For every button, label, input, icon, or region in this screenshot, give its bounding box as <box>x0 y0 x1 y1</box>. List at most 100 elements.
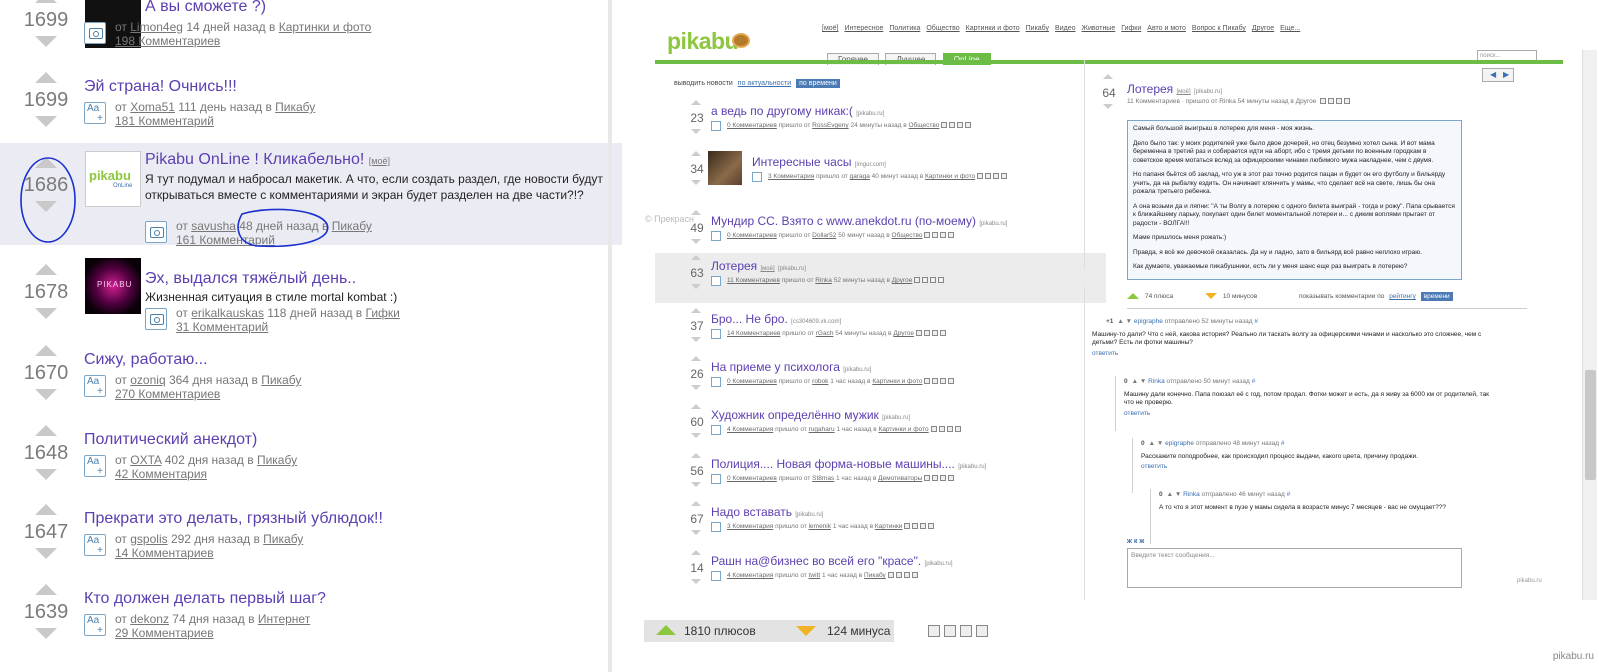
upvote-icon[interactable] <box>35 425 57 436</box>
save-icon[interactable] <box>904 523 911 530</box>
post-title-text[interactable]: Художник определённо мужик <box>711 408 879 422</box>
comment-author[interactable]: epigraphe <box>1165 440 1194 447</box>
twitter-icon[interactable] <box>931 330 938 337</box>
scroll-thumb[interactable] <box>1585 370 1596 480</box>
comment-vote-arrows-icon[interactable]: ▲ ▼ <box>1167 491 1183 498</box>
comments-link[interactable]: 181 Комментарий <box>115 114 214 128</box>
topnav-item[interactable]: Общество <box>926 25 959 32</box>
downvote-icon[interactable] <box>35 548 57 559</box>
category-link[interactable]: Другое <box>893 330 914 337</box>
upvote-icon[interactable] <box>35 264 57 275</box>
post-title[interactable]: Надо вставать [pikabu.ru] <box>711 505 823 519</box>
plus-icon[interactable] <box>1127 293 1139 300</box>
comments-link[interactable]: 4 Комментария <box>727 426 773 433</box>
upvote-icon[interactable] <box>691 501 701 506</box>
downvote-icon[interactable] <box>35 469 57 480</box>
comments-link[interactable]: 14 Комментариев <box>727 330 780 337</box>
author-link[interactable]: twitt <box>809 572 821 579</box>
twitter-icon[interactable] <box>957 122 964 129</box>
author-link[interactable]: erikalkauskas <box>191 306 264 320</box>
save-icon[interactable] <box>914 277 921 284</box>
topnav-item[interactable]: Пикабу <box>1026 25 1049 32</box>
online-post-row[interactable]: 63 Лотерея [моё] [pikabu.ru] 11 Комментари… <box>655 253 1106 303</box>
post-title-text[interactable]: Эй страна! Очнись!!! <box>84 78 237 95</box>
upvote-icon[interactable] <box>691 453 701 458</box>
post-title-text[interactable]: А вы сможете ?) <box>145 0 266 15</box>
comment-author[interactable]: Rinka <box>1148 378 1165 385</box>
facebook-icon[interactable] <box>923 330 930 337</box>
category-link[interactable]: Картинки и фото <box>925 173 975 180</box>
author-link[interactable]: lemenik <box>809 523 831 530</box>
online-post-row[interactable]: 37 Бро... Не бро. [cs304609.vk.com] 14 Ком… <box>655 306 1106 346</box>
format-toolbar[interactable]: ж к ж <box>1127 538 1144 545</box>
twitter-icon[interactable] <box>920 523 927 530</box>
save-icon[interactable] <box>924 475 931 482</box>
topnav-item[interactable]: [моё] <box>822 25 839 32</box>
upvote-icon[interactable] <box>691 100 701 105</box>
twitter-icon[interactable] <box>940 475 947 482</box>
category-link[interactable]: Общество <box>909 122 940 129</box>
category-link[interactable]: Общество <box>892 232 923 239</box>
comment-author[interactable]: Rinka <box>1183 491 1200 498</box>
downvote-icon[interactable] <box>35 628 57 639</box>
online-post-row[interactable]: 34 Интересные часы [imgur.com] 3 Комментар… <box>655 149 1106 189</box>
vk-icon[interactable] <box>954 426 961 433</box>
category-link[interactable]: Демотиваторы <box>878 475 922 482</box>
topnav-item[interactable]: Авто и мото <box>1147 25 1186 32</box>
post-title-text[interactable]: Эх, выдался тяжёлый день.. <box>145 270 356 287</box>
topnav-item[interactable]: Картинки и фото <box>966 25 1020 32</box>
author-link[interactable]: robok <box>812 378 828 385</box>
comments-link[interactable]: 29 Комментариев <box>115 626 214 640</box>
sort-by-rating-link[interactable]: рейтингу <box>1389 293 1416 300</box>
downvote-icon[interactable] <box>35 36 57 47</box>
comments-link[interactable]: 161 Комментарий <box>176 233 275 247</box>
upvote-icon[interactable] <box>691 404 701 409</box>
save-icon[interactable] <box>941 122 948 129</box>
category-link[interactable]: Другое <box>892 277 913 284</box>
upvote-icon[interactable] <box>691 151 701 156</box>
vk-icon[interactable] <box>928 523 935 530</box>
post-title[interactable]: Кто должен делать первый шаг? <box>84 590 326 608</box>
reply-link[interactable]: ответить <box>1110 410 1490 419</box>
bottom-minus-icon[interactable] <box>796 626 816 636</box>
minus-icon[interactable] <box>1204 293 1217 300</box>
twitter-icon[interactable] <box>940 378 947 385</box>
online-post-row[interactable]: 14 Рашн на@бизнес во всей его "красе". [p… <box>655 548 1106 588</box>
author-link[interactable]: rugaharu <box>809 426 835 433</box>
facebook-icon[interactable] <box>932 475 939 482</box>
author-link[interactable]: gspolis <box>130 532 167 546</box>
category-link[interactable]: Пикабу <box>261 373 301 387</box>
detail-upvote-icon[interactable] <box>1103 74 1113 79</box>
author-link[interactable]: St8mas <box>812 475 834 482</box>
vk-icon[interactable] <box>1001 173 1008 180</box>
category-link[interactable]: Картинки и фото <box>279 20 372 34</box>
comments-link[interactable]: 3 Комментария <box>768 173 814 180</box>
category-link[interactable]: Пикабу <box>263 532 303 546</box>
upvote-icon[interactable] <box>35 504 57 515</box>
vk-icon[interactable] <box>1344 98 1351 105</box>
comment-vote-arrows-icon[interactable]: ▲ ▼ <box>1132 378 1148 385</box>
save-icon[interactable] <box>928 625 940 637</box>
reply-link[interactable]: ответить <box>1127 463 1487 472</box>
post-title-text[interactable]: Сижу, работаю... <box>84 351 208 368</box>
category-link[interactable]: Пикабу <box>257 453 297 467</box>
category-link[interactable]: Картинки и фото <box>872 378 922 385</box>
post-title[interactable]: Эй страна! Очнись!!! <box>84 78 237 96</box>
online-post-row[interactable]: 23 а ведь по другому никак:( [pikabu.ru] 0… <box>655 98 1106 138</box>
comments-link[interactable]: 4 Комментария <box>727 572 773 579</box>
topnav-item[interactable]: Интересное <box>845 25 884 32</box>
facebook-icon[interactable] <box>895 572 902 579</box>
topnav-item[interactable]: Еще... <box>1280 25 1300 32</box>
save-icon[interactable] <box>924 232 931 239</box>
comments-link[interactable]: 0 Комментариев <box>727 122 777 129</box>
comment-permalink[interactable]: # <box>1287 491 1291 498</box>
upvote-icon[interactable] <box>35 72 57 83</box>
twitter-icon[interactable] <box>940 232 947 239</box>
post-title[interactable]: Эх, выдался тяжёлый день.. <box>145 270 356 288</box>
post-title-text[interactable]: Pikabu OnLine ! Кликабельно! <box>145 151 364 168</box>
comments-link[interactable]: 0 Комментариев <box>727 232 777 239</box>
post-title-text[interactable]: На приеме у психолога <box>711 360 840 374</box>
downvote-icon[interactable] <box>691 530 701 535</box>
prev-next-arrows[interactable]: ◀ ▶ <box>1482 68 1514 82</box>
upvote-icon[interactable] <box>35 345 57 356</box>
